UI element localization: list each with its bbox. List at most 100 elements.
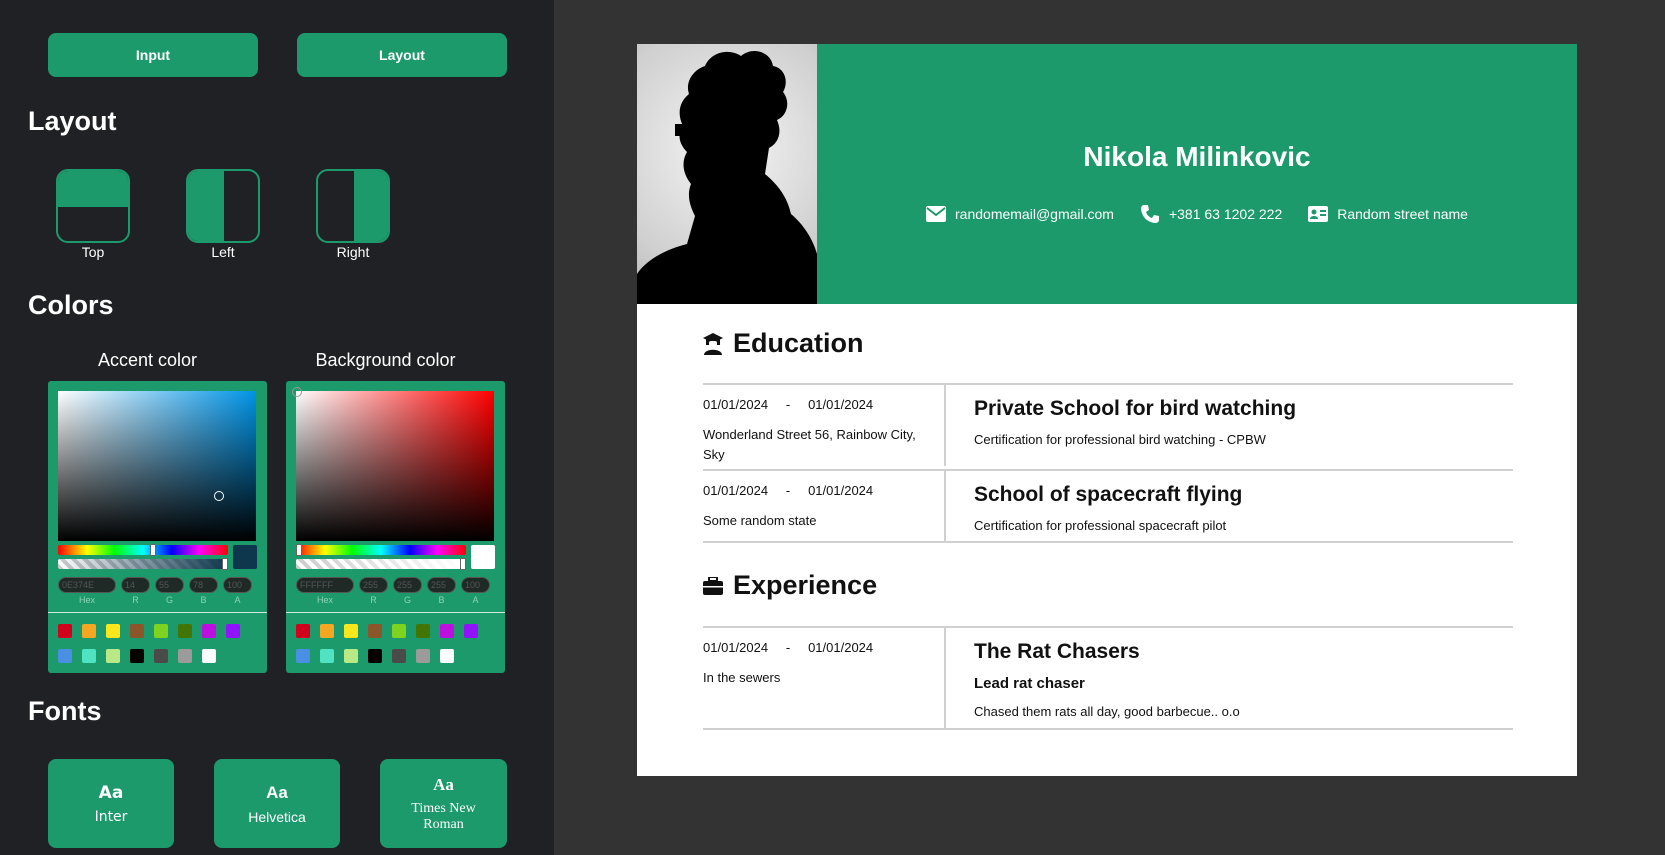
degree-text: Certification for professional spacecraf… (974, 518, 1227, 533)
preset-color-swatch[interactable] (416, 624, 430, 638)
layout-option-label: Left (211, 244, 235, 260)
accent-color-picker: 0E374E Hex 14 R 55 G 78 B 100 A (48, 381, 267, 673)
preset-color-swatch[interactable] (320, 649, 334, 663)
g-input[interactable]: 55 (155, 577, 184, 593)
r-label: R (132, 595, 139, 605)
preset-color-swatch[interactable] (106, 649, 120, 663)
company-name: The Rat Chasers (974, 640, 1140, 663)
experience-heading-text: Experience (733, 570, 878, 600)
preset-color-swatch[interactable] (344, 624, 358, 638)
preset-color-swatch[interactable] (154, 649, 168, 663)
alpha-slider[interactable] (58, 558, 228, 570)
hue-slider[interactable] (58, 544, 228, 556)
layout-option-left[interactable]: Left (186, 169, 260, 260)
layout-option-top[interactable]: Top (56, 169, 130, 260)
education-location: Wonderland Street 56, Rainbow City, Sky (703, 427, 916, 462)
layout-tab-button[interactable]: Layout (297, 33, 507, 77)
hex-input[interactable]: FFFFFF (296, 577, 354, 593)
font-name: Times New Roman (411, 800, 476, 832)
resume-preview: Nikola Milinkovic randomemail@gmail.com … (637, 44, 1577, 776)
end-date: 01/01/2024 (808, 397, 874, 412)
g-input[interactable]: 255 (393, 577, 422, 593)
end-date: 01/01/2024 (808, 483, 874, 498)
font-option-helvetica[interactable]: Aa Helvetica (214, 759, 340, 848)
r-input[interactable]: 255 (359, 577, 388, 593)
education-location: Some random state (703, 513, 817, 528)
hue-knob[interactable] (150, 544, 156, 556)
preset-color-swatch[interactable] (296, 624, 310, 638)
id-card-icon (1308, 206, 1329, 222)
saturation-pointer[interactable] (292, 387, 302, 397)
phone-contact: +381 63 1202 222 (1140, 204, 1282, 224)
r-input[interactable]: 14 (121, 577, 150, 593)
preset-color-swatch[interactable] (106, 624, 120, 638)
resume-header: Nikola Milinkovic randomemail@gmail.com … (637, 44, 1577, 304)
hue-knob[interactable] (296, 544, 302, 556)
fonts-heading: Fonts (28, 696, 102, 726)
preset-color-swatch[interactable] (202, 624, 216, 638)
saturation-pointer[interactable] (214, 491, 224, 501)
hue-slider[interactable] (296, 544, 466, 556)
alpha-knob[interactable] (460, 558, 466, 570)
preset-color-swatch[interactable] (82, 624, 96, 638)
font-sample: Aa (266, 782, 288, 802)
preset-color-swatch[interactable] (440, 624, 454, 638)
alpha-slider[interactable] (296, 558, 466, 570)
preset-color-swatch[interactable] (130, 649, 144, 663)
preset-color-swatch[interactable] (178, 649, 192, 663)
preset-color-swatch[interactable] (416, 649, 430, 663)
start-date: 01/01/2024 (703, 640, 769, 655)
position-title: Lead rat chaser (974, 675, 1085, 692)
a-input[interactable]: 100 (461, 577, 490, 593)
preset-color-swatch[interactable] (392, 624, 406, 638)
font-name: Inter (94, 808, 128, 825)
preset-color-swatch[interactable] (58, 624, 72, 638)
phone-icon (1140, 205, 1159, 223)
accent-swatch (233, 545, 257, 569)
preset-color-swatch[interactable] (58, 649, 72, 663)
a-input[interactable]: 100 (223, 577, 252, 593)
preset-colors-row (58, 649, 216, 663)
job-description: Chased them rats all day, good barbecue.… (974, 704, 1240, 719)
preset-color-swatch[interactable] (178, 624, 192, 638)
degree-text: Certification for professional bird watc… (974, 432, 1266, 447)
preset-color-swatch[interactable] (440, 649, 454, 663)
preset-color-swatch[interactable] (368, 649, 382, 663)
saturation-area[interactable] (58, 391, 256, 541)
layout-right-icon (316, 169, 390, 243)
preset-color-swatch[interactable] (368, 624, 382, 638)
email-text: randomemail@gmail.com (955, 206, 1114, 222)
b-input[interactable]: 78 (189, 577, 218, 593)
b-input[interactable]: 255 (427, 577, 456, 593)
preset-color-swatch[interactable] (130, 624, 144, 638)
preset-color-swatch[interactable] (464, 624, 478, 638)
preset-color-swatch[interactable] (154, 624, 168, 638)
preset-color-swatch[interactable] (320, 624, 334, 638)
font-option-inter[interactable]: Aa Inter (48, 759, 174, 848)
alpha-knob[interactable] (222, 558, 228, 570)
saturation-area[interactable] (292, 387, 494, 541)
preset-color-swatch[interactable] (226, 624, 240, 638)
background-color-picker: FFFFFF Hex 255 R 255 G 255 B 100 A (286, 381, 505, 673)
layout-option-right[interactable]: Right (316, 169, 390, 260)
input-tab-button[interactable]: Input (48, 33, 258, 77)
preset-color-swatch[interactable] (296, 649, 310, 663)
preset-colors-row (296, 649, 454, 663)
graduate-icon (703, 332, 723, 355)
font-option-times-new-roman[interactable]: Aa Times New Roman (380, 759, 507, 848)
school-name: Private School for bird watching (974, 397, 1297, 420)
date-separator: - (785, 397, 791, 412)
layout-left-icon (186, 169, 260, 243)
education-heading-text: Education (733, 328, 864, 358)
hex-input[interactable]: 0E374E (58, 577, 116, 593)
preset-color-swatch[interactable] (82, 649, 96, 663)
briefcase-icon (703, 576, 723, 595)
school-name: School of spacecraft flying (974, 483, 1243, 506)
date-separator: - (785, 483, 791, 498)
layout-option-label: Top (81, 244, 105, 260)
settings-sidebar: Input Layout Layout Top Left Right Color… (0, 0, 554, 855)
preset-color-swatch[interactable] (202, 649, 216, 663)
font-sample: Aa (98, 782, 124, 803)
preset-color-swatch[interactable] (344, 649, 358, 663)
preset-color-swatch[interactable] (392, 649, 406, 663)
